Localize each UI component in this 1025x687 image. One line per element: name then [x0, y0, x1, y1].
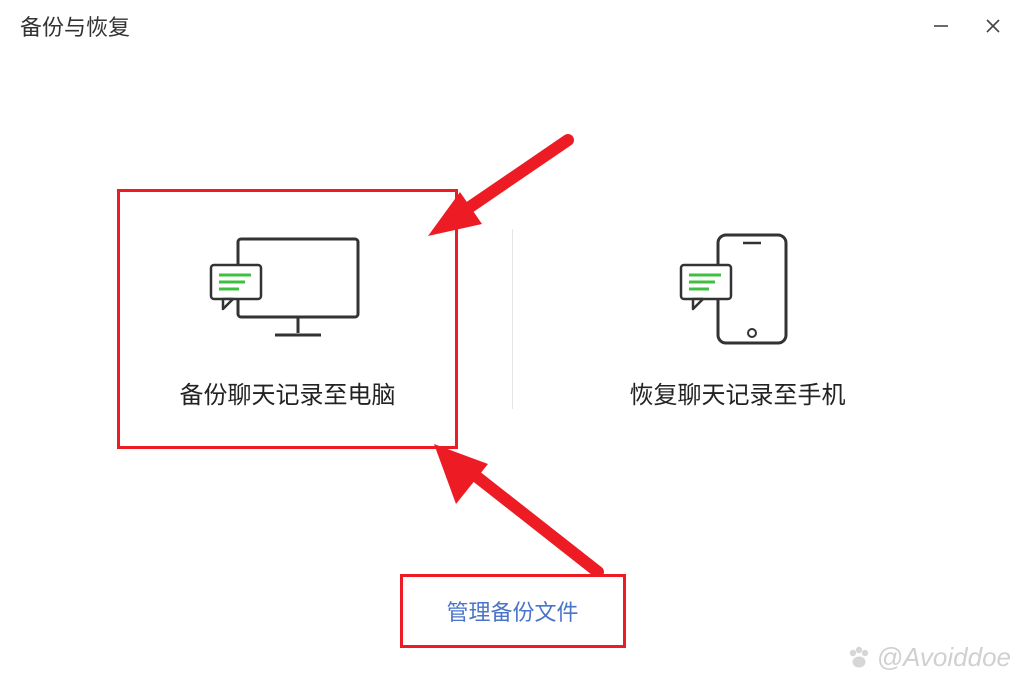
- window-controls: [929, 14, 1005, 38]
- options-divider-wrap: [455, 192, 570, 446]
- close-icon: [984, 17, 1002, 35]
- options-row: 备份聊天记录至电脑 恢复聊天记录至手机: [0, 192, 1025, 446]
- vertical-divider: [512, 229, 513, 409]
- watermark-text: @Avoiddoe: [877, 642, 1011, 673]
- close-button[interactable]: [981, 14, 1005, 38]
- window-title: 备份与恢复: [20, 10, 130, 42]
- titlebar: 备份与恢复: [0, 0, 1025, 52]
- restore-to-phone-label: 恢复聊天记录至手机: [630, 375, 846, 410]
- watermark: @Avoiddoe: [845, 642, 1011, 673]
- annotation-arrow-bottom: [398, 422, 618, 582]
- restore-to-phone-icon: [663, 229, 813, 349]
- manage-backup-button[interactable]: 管理备份文件: [399, 574, 625, 648]
- backup-to-pc-label: 备份聊天记录至电脑: [180, 375, 396, 410]
- manage-backup-wrap: 管理备份文件: [399, 574, 625, 648]
- minimize-icon: [932, 17, 950, 35]
- backup-to-pc-icon: [203, 229, 373, 349]
- minimize-button[interactable]: [929, 14, 953, 38]
- backup-to-pc-card[interactable]: 备份聊天记录至电脑: [120, 192, 455, 446]
- restore-to-phone-card[interactable]: 恢复聊天记录至手机: [570, 192, 905, 446]
- watermark-paw-icon: [845, 644, 873, 672]
